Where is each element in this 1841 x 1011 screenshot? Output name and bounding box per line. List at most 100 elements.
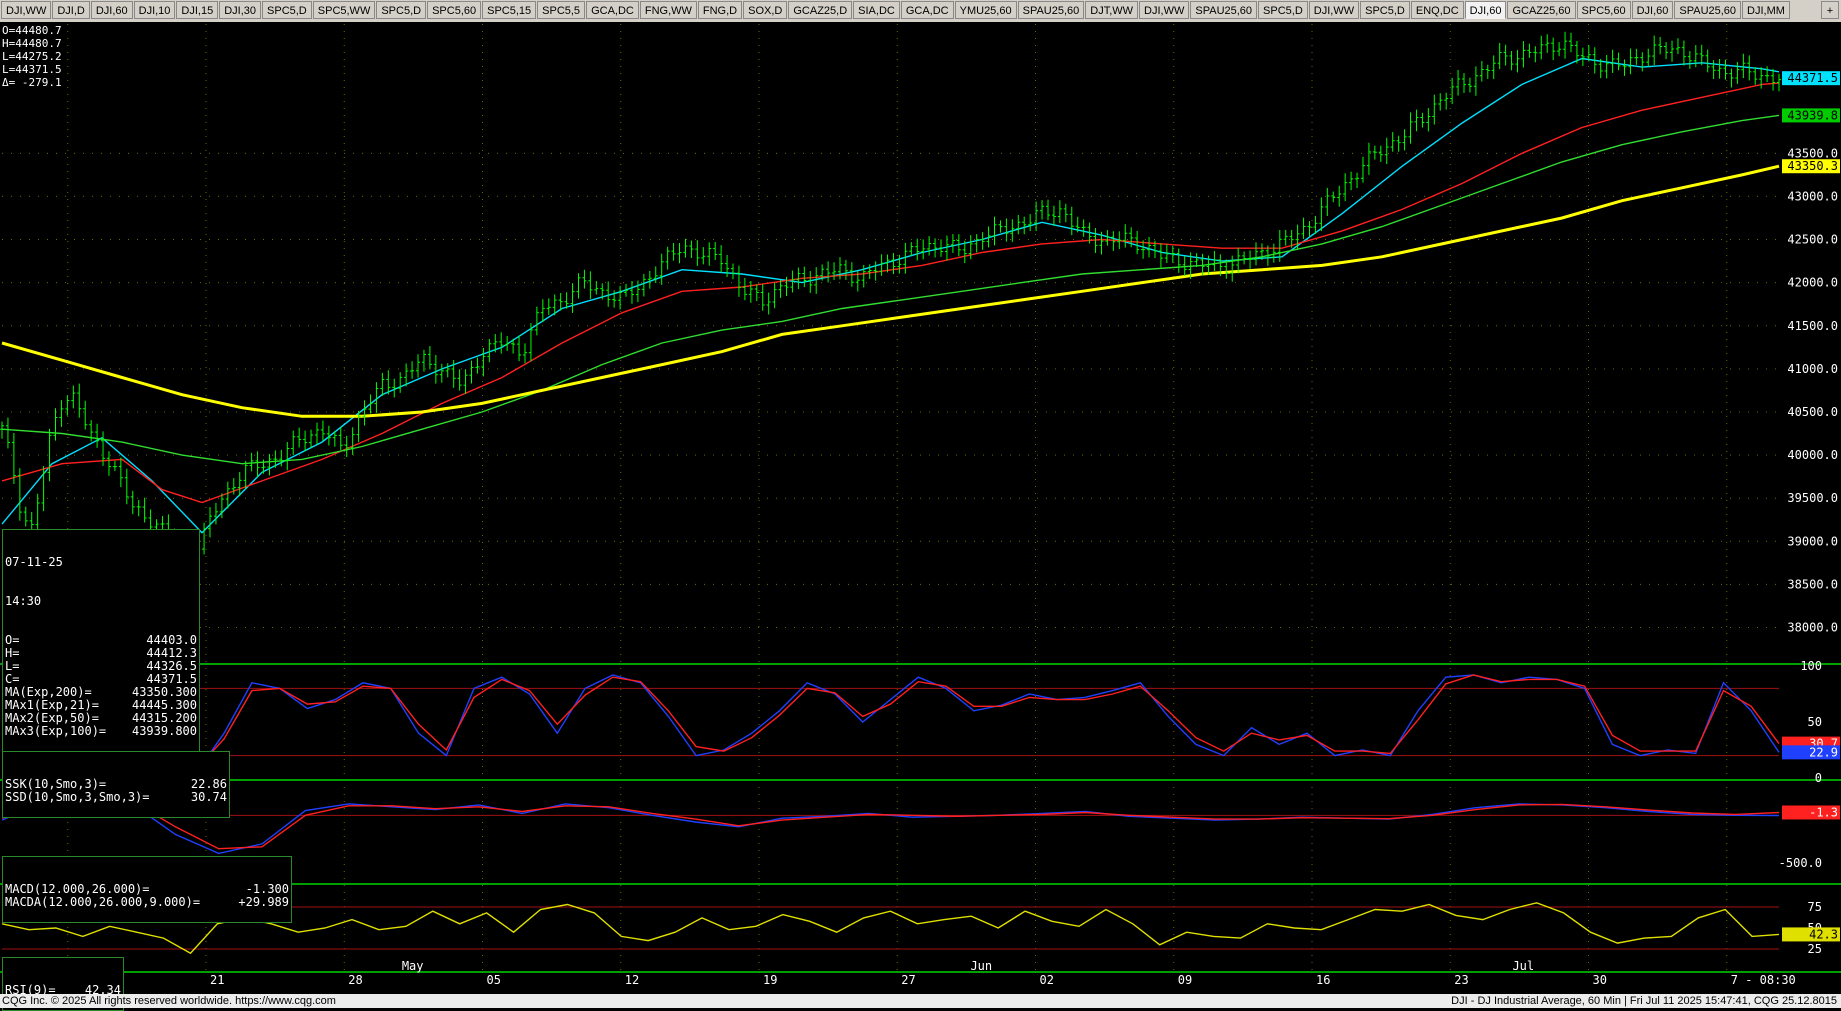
cursor-time: 14:30 (5, 594, 42, 608)
x-axis-date-label: 16 (1316, 973, 1330, 987)
price-axis-tick: 42500.0 (1787, 233, 1838, 247)
sstoch-info-row-value: 30.74 (190, 790, 227, 804)
x-axis-date-label: 30 (1593, 973, 1607, 987)
ohlc-change: Δ= -279.1 (2, 76, 62, 89)
cursor-info-box: 07-11-25 14:30 O= 44403.0 H= 44412.3 L= 44326… (2, 529, 200, 752)
macd-info-row-label: MACDA(12.000,26.000,9.000)= (5, 895, 201, 909)
macd-line-2 (1, 791, 1780, 850)
last-price-label: 43350.3 (1787, 159, 1838, 173)
symbol-tab[interactable]: SOX,D (743, 1, 788, 19)
symbol-tab[interactable]: DJI,60 (1464, 1, 1507, 19)
symbol-tab[interactable]: GCAZ25,60 (1507, 1, 1576, 19)
x-axis-date-label: 05 (487, 973, 501, 987)
symbol-tab[interactable]: DJT,WW (1085, 1, 1139, 19)
x-axis-date-label: 02 (1040, 973, 1054, 987)
ma-line-4 (1, 164, 1780, 418)
price-axis-tick: 38000.0 (1787, 621, 1838, 635)
symbol-tab[interactable]: DJI,WW (1, 1, 52, 19)
price-axis-tick: 40500.0 (1787, 405, 1838, 419)
symbol-tab[interactable]: YMU25,60 (954, 1, 1017, 19)
sstoch-axis-tick: 50 (1808, 715, 1822, 729)
symbol-tab[interactable]: SPC5,5 (537, 1, 586, 19)
symbol-tab[interactable]: FNG,D (697, 1, 743, 19)
x-axis-date-label: 28 (348, 973, 362, 987)
symbol-tab[interactable]: SPC5,D (376, 1, 427, 19)
symbol-tab[interactable]: SPC5,D (1360, 1, 1410, 19)
sstoch-info-row: SSD(10,Smo,3,Smo,3)= 30.74 (3, 791, 229, 804)
symbol-tab[interactable]: SPAU25,60 (1017, 1, 1085, 19)
price-axis-tick: 43000.0 (1787, 189, 1838, 203)
status-footer: CQG Inc. © 2025 All rights reserved worl… (0, 994, 1841, 1008)
x-axis-date-label: 12 (625, 973, 639, 987)
chart-area[interactable]: 38000.0 38500.0 39000.0 39500.0 40000.0 40500… (0, 22, 1841, 994)
price-axis-tick: 42000.0 (1787, 276, 1838, 290)
price-axis-tick: 39500.0 (1787, 491, 1838, 505)
ohlc-high: H=44480.7 (2, 37, 62, 50)
chart-status-text: DJI - DJ Industrial Average, 60 Min | Fr… (1451, 995, 1837, 1007)
ohlc-header: O=44480.7 H=44480.7 L=44275.2 L=44371.5 … (2, 24, 62, 89)
symbol-tab[interactable]: FNG,WW (639, 1, 697, 19)
price-axis-tick: 41000.0 (1787, 362, 1838, 376)
symbol-tab[interactable]: DJI,WW (1139, 1, 1190, 19)
symbol-tab[interactable]: SPC5,D (1258, 1, 1308, 19)
symbol-tab[interactable]: SPC5,15 (482, 1, 537, 19)
symbol-tab[interactable]: DJI,60 (90, 1, 133, 19)
symbol-tab[interactable]: DJI,WW (1308, 1, 1360, 19)
x-axis-month-label: Jun (970, 959, 992, 973)
price-axis-tick: 39000.0 (1787, 534, 1838, 548)
sstoch-line-2 (1, 674, 1780, 770)
ohlc-open: O=44480.7 (2, 24, 62, 37)
symbol-tab[interactable]: SIA,DC (853, 1, 900, 19)
price-axis-tick: 38500.0 (1787, 577, 1838, 591)
price-axis-tick: 40000.0 (1787, 448, 1838, 462)
symbol-tab[interactable]: ENQ,DC (1410, 1, 1464, 19)
symbol-tab[interactable]: GCA,DC (586, 1, 639, 19)
symbol-tab[interactable]: DJI,D (52, 1, 90, 19)
cursor-date: 07-11-25 (5, 555, 63, 569)
x-axis-month-label: May (402, 959, 424, 973)
symbol-tab-bar: DJI,WW DJI,D DJI,60 DJI,10 DJI,15 DJI,30 SPC5,… (0, 0, 1841, 22)
symbol-tab[interactable]: DJI,15 (176, 1, 219, 19)
ma-line-2 (1, 82, 1780, 504)
x-axis-month-label: Jul (1512, 959, 1534, 973)
ohlc-low: L=44275.2 (2, 50, 62, 63)
symbol-tab[interactable]: DJI,MM (1742, 1, 1790, 19)
symbol-tab[interactable]: SPAU25,60 (1674, 1, 1742, 19)
symbol-tab[interactable]: SPC5,60 (427, 1, 482, 19)
x-axis-date-label: 7 - 08:30 (1731, 973, 1796, 987)
symbol-tab[interactable]: GCA,DC (900, 1, 954, 19)
sstoch-last-label: 22.9 (1809, 745, 1838, 759)
rsi-axis-tick: 75 (1808, 900, 1822, 914)
x-axis-date-label: 21 (210, 973, 224, 987)
macd-info-row-value: +29.989 (238, 895, 289, 909)
cursor-info-row-label: MAx3(Exp,100)= (5, 724, 107, 738)
symbol-tab[interactable]: SPC5,WW (312, 1, 376, 19)
symbol-tab[interactable]: DJI,30 (219, 1, 262, 19)
rsi-last-label: 42.3 (1809, 927, 1838, 941)
x-axis-date-label: 27 (901, 973, 915, 987)
symbol-tab[interactable]: SPC5,60 (1576, 1, 1631, 19)
add-tab-button[interactable]: + (1821, 1, 1839, 19)
last-price-label: 43939.8 (1787, 108, 1838, 122)
symbol-tab[interactable]: SPAU25,60 (1190, 1, 1258, 19)
macd-line-1 (1, 790, 1780, 855)
symbol-tab[interactable]: DJI,60 (1631, 1, 1674, 19)
symbol-tab[interactable]: DJI,10 (133, 1, 176, 19)
symbol-tab[interactable]: GCAZ25,D (788, 1, 853, 19)
last-price-label: 44371.5 (1787, 71, 1838, 85)
sstoch-info-box: SSK(10,Smo,3)= 22.86 SSD(10,Smo,3,Smo,3)= 3… (2, 751, 230, 818)
symbol-tab[interactable]: SPC5,D (262, 1, 312, 19)
macd-last-label: -1.3 (1809, 805, 1838, 819)
x-axis-date-label: 19 (763, 973, 777, 987)
ohlc-last: L=44371.5 (2, 63, 62, 76)
sstoch-axis-tick: 0 (1815, 771, 1822, 785)
rsi-axis-tick: 25 (1808, 942, 1822, 956)
copyright-text: CQG Inc. © 2025 All rights reserved worl… (2, 995, 336, 1007)
sstoch-info-row-label: SSD(10,Smo,3,Smo,3)= (5, 790, 150, 804)
price-axis-tick: 43500.0 (1787, 146, 1838, 160)
cursor-info-row: MAx3(Exp,100)= 43939.800 (3, 725, 199, 738)
x-axis-date-label: 23 (1454, 973, 1468, 987)
price-axis-tick: 41500.0 (1787, 319, 1838, 333)
sstoch-axis-tick: 100 (1800, 659, 1822, 673)
macd-info-row: MACDA(12.000,26.000,9.000)= +29.989 (3, 896, 291, 909)
